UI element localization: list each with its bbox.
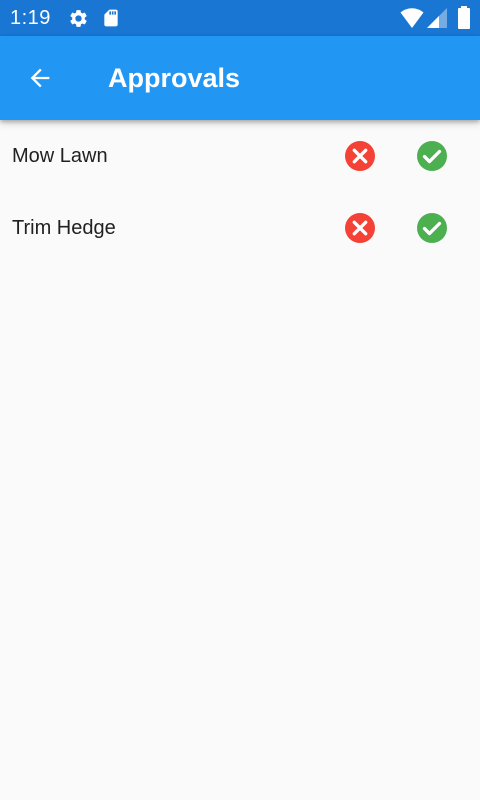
status-bar: 1:19	[0, 0, 480, 36]
approve-button[interactable]	[414, 138, 450, 174]
page-title: Approvals	[108, 63, 241, 93]
cancel-icon	[345, 213, 375, 243]
arrow-back-icon	[30, 68, 50, 88]
check-circle-icon	[417, 141, 447, 171]
reject-button[interactable]	[342, 210, 378, 246]
item-label: Mow Lawn	[12, 145, 108, 167]
item-label: Trim Hedge	[12, 217, 116, 239]
gear-icon	[70, 10, 87, 27]
list-item: Trim Hedge	[0, 192, 480, 264]
approve-button[interactable]	[414, 210, 450, 246]
list-item: Mow Lawn	[0, 120, 480, 192]
sd-card-icon	[104, 9, 118, 27]
check-circle-icon	[417, 213, 447, 243]
status-time: 1:19	[10, 7, 51, 29]
cell-signal-icon	[427, 8, 447, 28]
reject-button[interactable]	[342, 138, 378, 174]
battery-icon	[458, 6, 470, 29]
app-bar: Approvals	[0, 36, 480, 120]
wifi-icon	[400, 8, 424, 28]
approvals-list: Mow Lawn Trim Hedge	[0, 120, 480, 264]
cancel-icon	[345, 141, 375, 171]
back-button[interactable]	[20, 58, 60, 98]
